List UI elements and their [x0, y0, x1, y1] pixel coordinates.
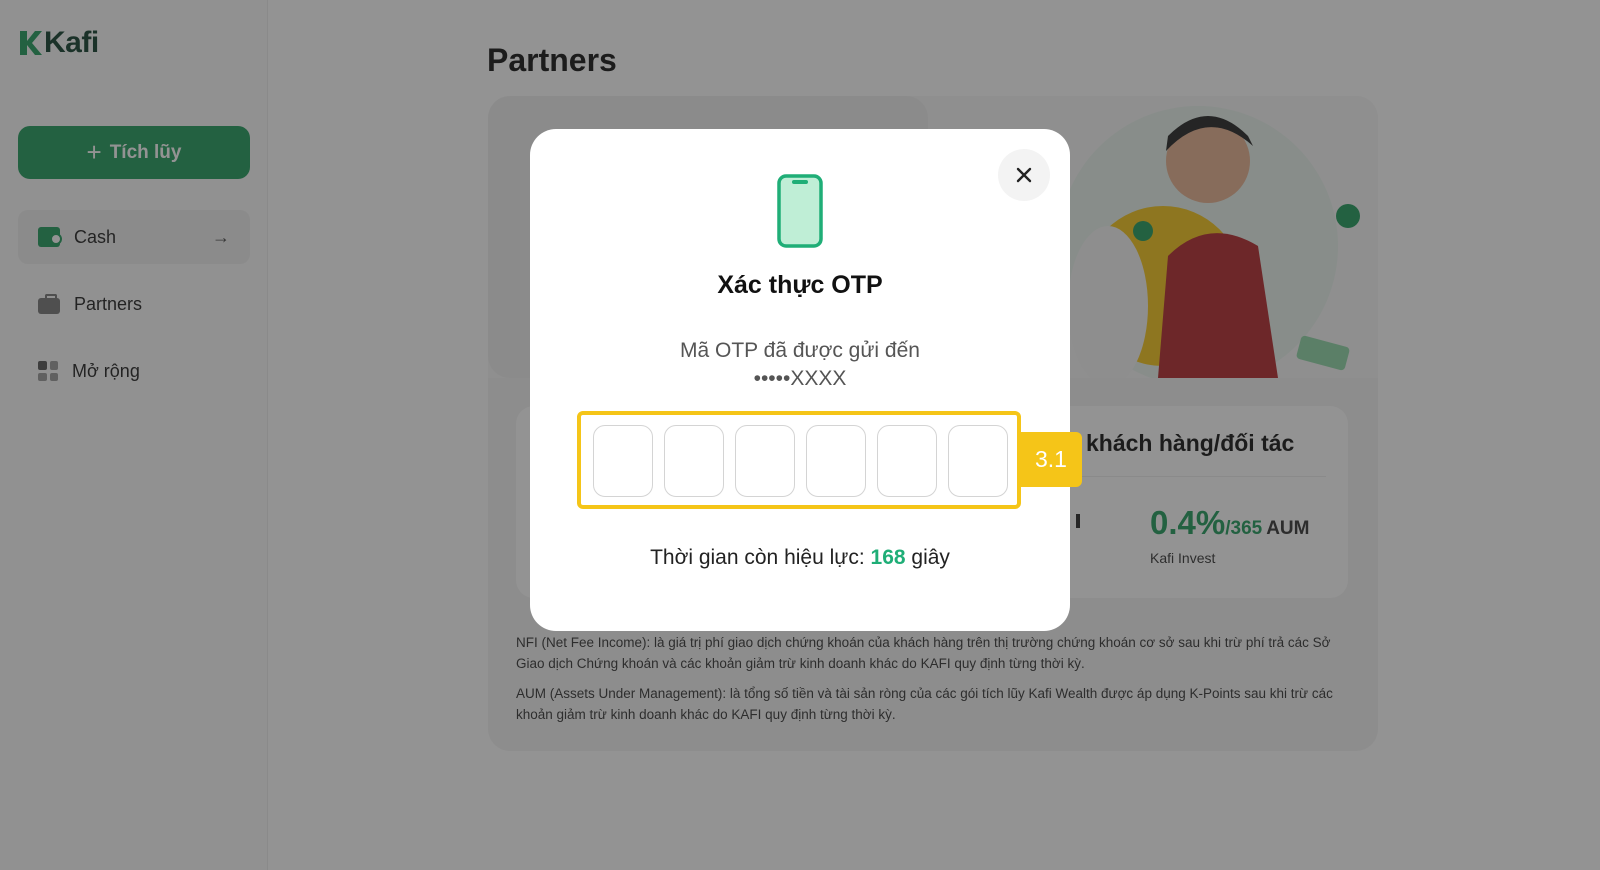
otp-description-text: Mã OTP đã được gửi đến: [680, 339, 920, 362]
otp-digit-5[interactable]: [877, 425, 937, 497]
otp-digit-4[interactable]: [806, 425, 866, 497]
timer-prefix: Thời gian còn hiệu lực:: [650, 546, 865, 569]
step-badge: 3.1: [1020, 432, 1082, 487]
otp-input-group: [593, 425, 1008, 497]
masked-phone-number: •••••XXXX: [753, 367, 847, 390]
otp-description: Mã OTP đã được gửi đến •••••XXXX: [530, 337, 1070, 393]
otp-modal: Xác thực OTP Mã OTP đã được gửi đến ••••…: [530, 129, 1082, 631]
otp-digit-6[interactable]: [948, 425, 1008, 497]
otp-digit-2[interactable]: [664, 425, 724, 497]
phone-icon: [777, 174, 823, 248]
otp-timer: Thời gian còn hiệu lực: 168 giây: [530, 546, 1070, 570]
otp-digit-1[interactable]: [593, 425, 653, 497]
close-icon: [1016, 167, 1032, 183]
timer-seconds: 168: [870, 546, 906, 569]
close-button[interactable]: [998, 149, 1050, 201]
otp-digit-3[interactable]: [735, 425, 795, 497]
app-root: Kafi + Tích lũy Cash → Partners Mở rộng …: [0, 0, 1600, 870]
timer-suffix: giây: [911, 546, 950, 569]
modal-title: Xác thực OTP: [717, 271, 883, 299]
